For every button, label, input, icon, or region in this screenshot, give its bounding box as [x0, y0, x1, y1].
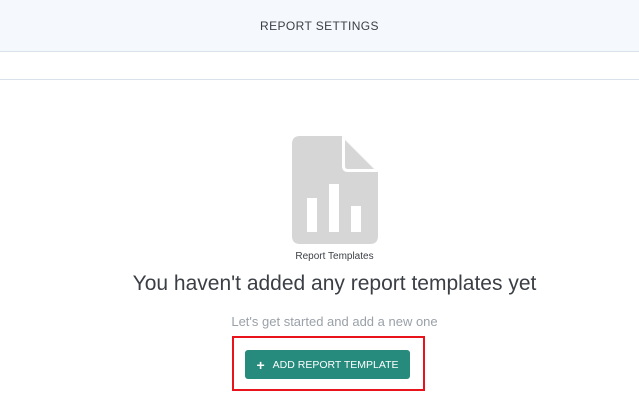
- icon-caption: Report Templates: [295, 251, 374, 262]
- document-chart-icon: [292, 136, 378, 244]
- add-report-template-button[interactable]: + ADD REPORT TEMPLATE: [245, 350, 410, 379]
- empty-state-title: You haven't added any report templates y…: [132, 272, 537, 295]
- empty-state-subtitle: Let's get started and add a new one: [231, 314, 438, 329]
- plus-icon: +: [256, 356, 265, 373]
- header-bar: REPORT SETTINGS: [0, 0, 639, 52]
- page-title: REPORT SETTINGS: [260, 18, 379, 33]
- toolbar-strip: [0, 52, 639, 80]
- add-report-template-label: ADD REPORT TEMPLATE: [272, 358, 399, 371]
- empty-state: Report Templates You haven't added any r…: [0, 80, 639, 419]
